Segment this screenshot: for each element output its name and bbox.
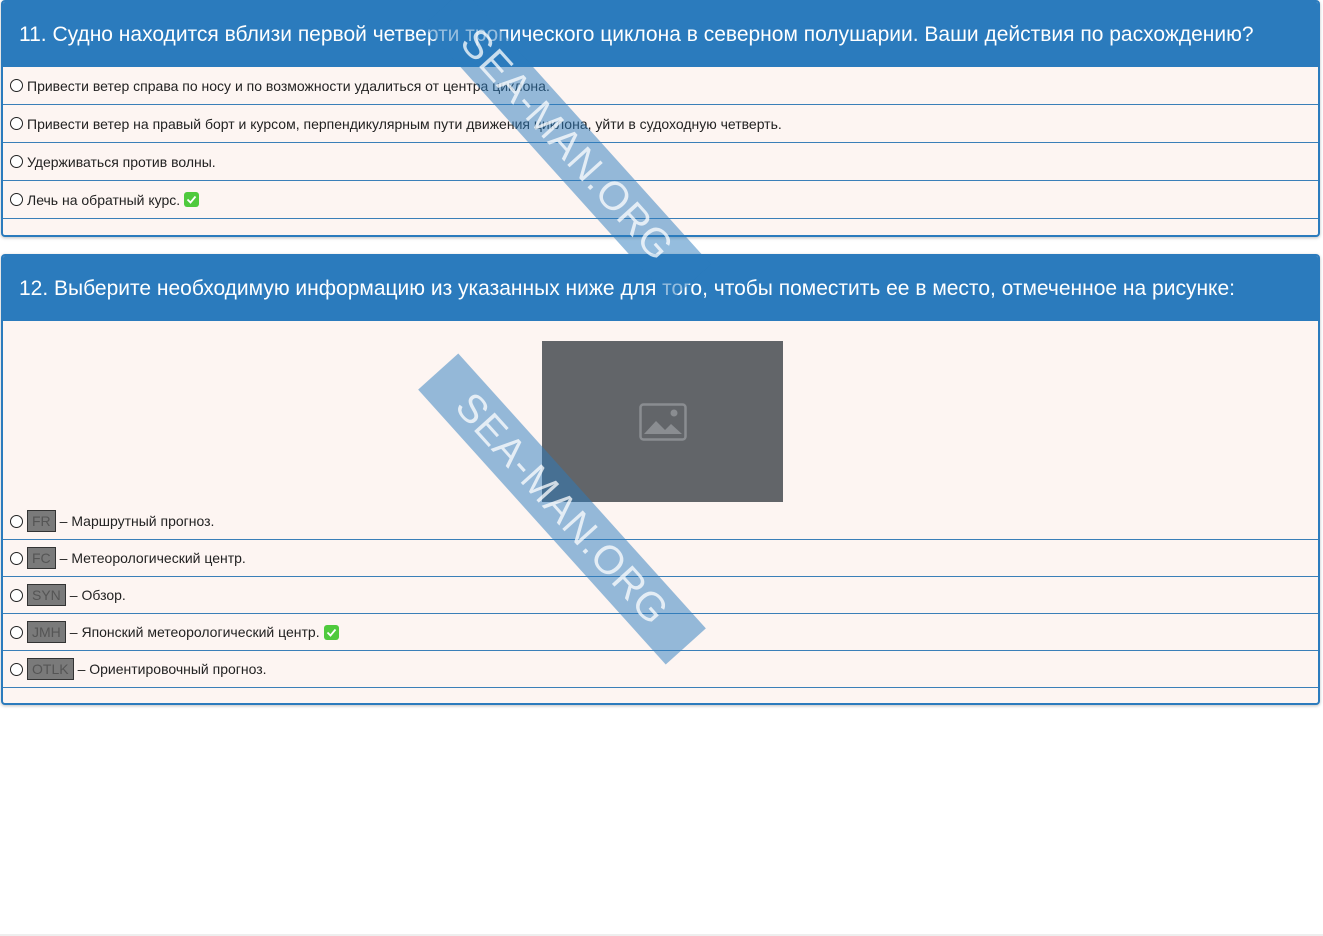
option-text: Привести ветер на правый борт и курсом, … bbox=[27, 115, 782, 132]
question-title: 12. Выберите необходимую информацию из у… bbox=[3, 256, 1318, 321]
answer-option[interactable]: Привести ветер на правый борт и курсом, … bbox=[3, 105, 1318, 143]
answer-option[interactable]: Удерживаться против волны. bbox=[3, 143, 1318, 181]
option-text: – Обзор. bbox=[69, 587, 126, 603]
radio-button[interactable] bbox=[10, 155, 23, 168]
question-title: 11. Судно находится вблизи первой четвер… bbox=[3, 2, 1318, 67]
radio-button[interactable] bbox=[10, 79, 23, 92]
answer-option[interactable]: FR – Маршрутный прогноз. bbox=[3, 503, 1318, 540]
code-tag: FC bbox=[27, 547, 56, 569]
figure-area bbox=[3, 321, 1318, 503]
option-text: – Маршрутный прогноз. bbox=[59, 513, 215, 529]
option-text: – Японский метеорологический центр. bbox=[69, 624, 320, 640]
answer-option[interactable]: Привести ветер справа по носу и по возмо… bbox=[3, 67, 1318, 105]
code-tag: SYN bbox=[27, 584, 66, 606]
radio-button[interactable] bbox=[10, 193, 23, 206]
code-tag: OTLK bbox=[27, 658, 74, 680]
answer-option[interactable]: JMH – Японский метеорологический центр. bbox=[3, 614, 1318, 651]
check-mark-icon bbox=[184, 192, 200, 207]
answer-option[interactable]: OTLK – Ориентировочный прогноз. bbox=[3, 651, 1318, 688]
code-tag: JMH bbox=[27, 621, 66, 643]
answer-option[interactable]: Лечь на обратный курс. bbox=[3, 181, 1318, 219]
option-text: – Ориентировочный прогноз. bbox=[77, 661, 267, 677]
question-card-12: 12. Выберите необходимую информацию из у… bbox=[1, 254, 1320, 705]
page: 11. Судно находится вблизи первой четвер… bbox=[0, 0, 1323, 936]
radio-button[interactable] bbox=[10, 625, 23, 639]
question-card-11: 11. Судно находится вблизи первой четвер… bbox=[1, 0, 1320, 237]
answer-option[interactable]: SYN – Обзор. bbox=[3, 577, 1318, 614]
radio-button[interactable] bbox=[10, 551, 23, 565]
radio-button[interactable] bbox=[10, 514, 23, 528]
radio-button[interactable] bbox=[10, 117, 23, 130]
image-placeholder-icon bbox=[638, 402, 687, 441]
option-text: Удерживаться против волны. bbox=[27, 153, 216, 170]
code-tag: FR bbox=[27, 510, 56, 532]
option-text: Лечь на обратный курс. bbox=[27, 191, 181, 208]
radio-button[interactable] bbox=[10, 662, 23, 676]
option-text: – Метеорологический центр. bbox=[59, 550, 246, 566]
check-mark-icon bbox=[323, 624, 339, 640]
image-placeholder bbox=[542, 341, 783, 502]
radio-button[interactable] bbox=[10, 588, 23, 602]
option-text: Привести ветер справа по носу и по возмо… bbox=[27, 77, 550, 94]
answer-option[interactable]: FC – Метеорологический центр. bbox=[3, 540, 1318, 577]
